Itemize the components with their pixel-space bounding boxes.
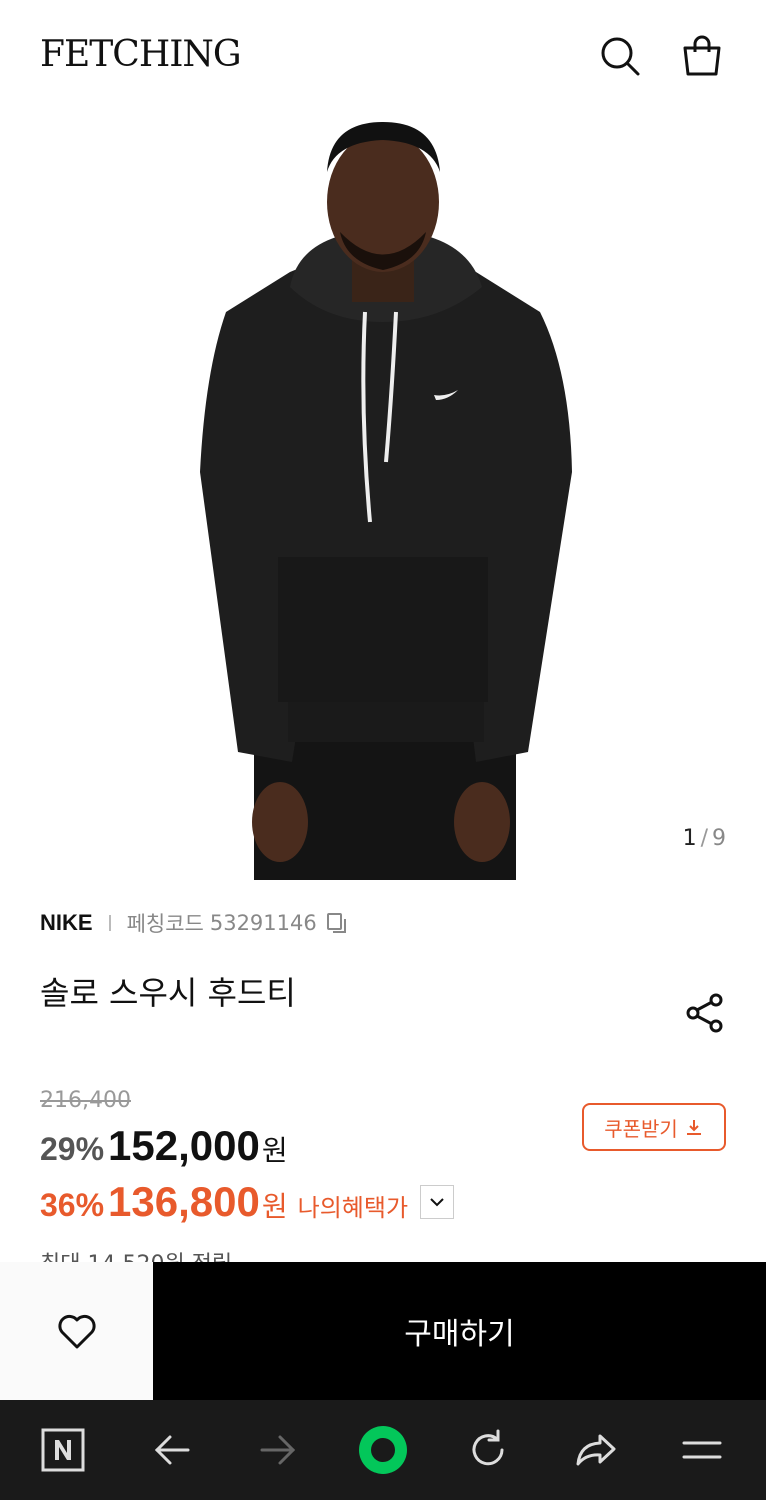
meta-divider [108,915,111,931]
share-arrow-icon[interactable] [568,1422,624,1478]
naver-green-dot-icon[interactable] [355,1422,411,1478]
share-icon[interactable] [684,992,726,1034]
naver-home-icon[interactable] [35,1422,91,1478]
purchase-bar: 구매하기 [0,1262,766,1400]
forward-arrow-icon[interactable] [250,1422,306,1478]
fetching-code-label: 페칭코드 [126,912,204,936]
back-arrow-icon[interactable] [144,1422,200,1478]
benefit-expand-button[interactable] [420,1185,455,1219]
product-title: 솔로 스우시 후드티 [40,974,296,1012]
benefit-price-row: 36% 136,800 원 나의혜택가 [40,1178,455,1226]
product-photo [200,122,572,880]
fetching-code-value: 53291146 [209,911,317,935]
benefit-discount-percent: 36% [40,1187,105,1223]
sale-price-row: 29% 152,000 원 [40,1122,288,1170]
heart-icon [57,1314,96,1349]
browser-nav-bar [0,1400,766,1500]
discount-percent: 29% [40,1131,105,1167]
buy-button[interactable]: 구매하기 [153,1262,766,1400]
pager-current: 1 [682,826,697,851]
search-icon[interactable] [598,34,642,78]
benefit-label: 나의혜택가 [297,1194,409,1222]
product-meta: NIKE 페칭코드 53291146 [40,908,349,938]
refresh-icon[interactable] [460,1422,516,1478]
currency-unit: 원 [261,1134,288,1167]
benefit-currency-unit: 원 [261,1190,288,1223]
sale-price: 152,000 [108,1122,260,1169]
chevron-down-icon [430,1198,444,1207]
app-header: FETCHING [0,0,766,112]
copy-icon[interactable] [325,911,349,935]
pager-separator: / [700,826,708,851]
coupon-label: 쿠폰받기 [604,1116,678,1141]
benefit-price: 136,800 [108,1178,260,1225]
menu-icon[interactable] [674,1422,730,1478]
download-icon [686,1120,701,1135]
points-info: 최대 14,520원 적립 [40,1246,232,1262]
wishlist-button[interactable] [0,1262,153,1400]
original-price: 216,400 [40,1088,131,1113]
pager-total: 9 [712,826,726,851]
shopping-bag-icon[interactable] [680,34,724,78]
product-image-gallery[interactable] [0,112,766,880]
gallery-pager: 1/9 [683,826,726,851]
brand-name[interactable]: NIKE [40,910,93,936]
coupon-button[interactable]: 쿠폰받기 [582,1103,726,1151]
site-logo[interactable]: FETCHING [40,34,242,75]
